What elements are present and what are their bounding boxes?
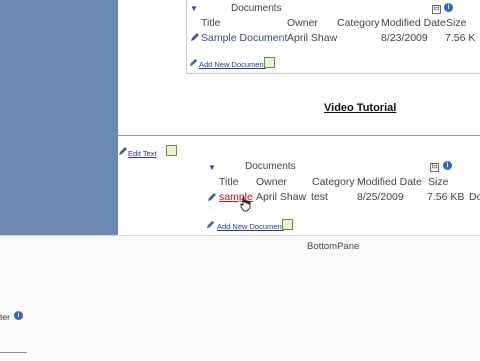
main-document-owner: April Shaw [256, 191, 307, 203]
edit-pencil-icon[interactable] [207, 192, 217, 202]
add-document-icon[interactable] [264, 57, 275, 68]
add-document-pencil-icon[interactable] [189, 58, 198, 67]
add-document-pencil-icon[interactable] [206, 220, 215, 229]
top-document-owner: April Shaw [287, 32, 338, 44]
column-category[interactable]: Category [312, 176, 355, 188]
video-tutorial-title: Video Tutorial [324, 102, 397, 114]
info-icon[interactable]: i [14, 311, 23, 320]
edit-text-pencil-icon[interactable] [118, 146, 128, 156]
main-document-extra: Do [469, 191, 480, 203]
main-documents-title: Documents [245, 161, 296, 172]
column-modified-date[interactable]: Modified Date [381, 17, 446, 29]
info-icon[interactable]: i [443, 161, 452, 170]
main-document-size: 7.56 KB [427, 191, 465, 203]
footer-edge-text: ter [0, 312, 10, 322]
minimize-toggle-icon[interactable]: ⊟ [432, 5, 441, 14]
hand-cursor-icon [240, 196, 251, 212]
bottom-pane [0, 235, 480, 361]
collapse-triangle-icon[interactable]: ▼ [190, 4, 198, 13]
top-document-modified-date: 8/23/2009 [381, 32, 428, 44]
main-add-new-document-link[interactable]: Add New Document [217, 222, 284, 231]
section-divider [118, 135, 480, 136]
top-document-title-link[interactable]: Sample Document [201, 32, 287, 44]
column-owner[interactable]: Owner [287, 17, 318, 29]
column-size[interactable]: Size [428, 176, 448, 188]
collapse-triangle-icon[interactable]: ▼ [208, 163, 216, 172]
minimize-toggle-icon[interactable]: ⊟ [430, 163, 439, 172]
edit-pencil-icon[interactable] [190, 32, 200, 42]
info-icon[interactable]: i [444, 3, 453, 12]
edit-text-icon[interactable] [166, 145, 177, 156]
bottom-pane-label: BottomPane [307, 241, 360, 252]
top-add-new-document-link[interactable]: Add New Document [199, 60, 266, 69]
bottom-divider [0, 352, 27, 353]
column-title[interactable]: Title [201, 17, 220, 29]
column-size[interactable]: Size [446, 17, 466, 29]
column-owner[interactable]: Owner [256, 176, 287, 188]
left-blue-rail [0, 0, 118, 235]
top-document-size: 7.56 K [445, 32, 476, 44]
column-modified-date[interactable]: Modified Date [357, 176, 422, 188]
main-document-category: test [311, 191, 328, 203]
column-title[interactable]: Title [219, 176, 238, 188]
column-category[interactable]: Category [337, 17, 380, 29]
main-document-modified-date: 8/25/2009 [357, 191, 404, 203]
add-document-icon[interactable] [282, 219, 293, 230]
top-documents-title: Documents [231, 3, 282, 14]
edit-text-link[interactable]: Edit Text [128, 149, 157, 158]
